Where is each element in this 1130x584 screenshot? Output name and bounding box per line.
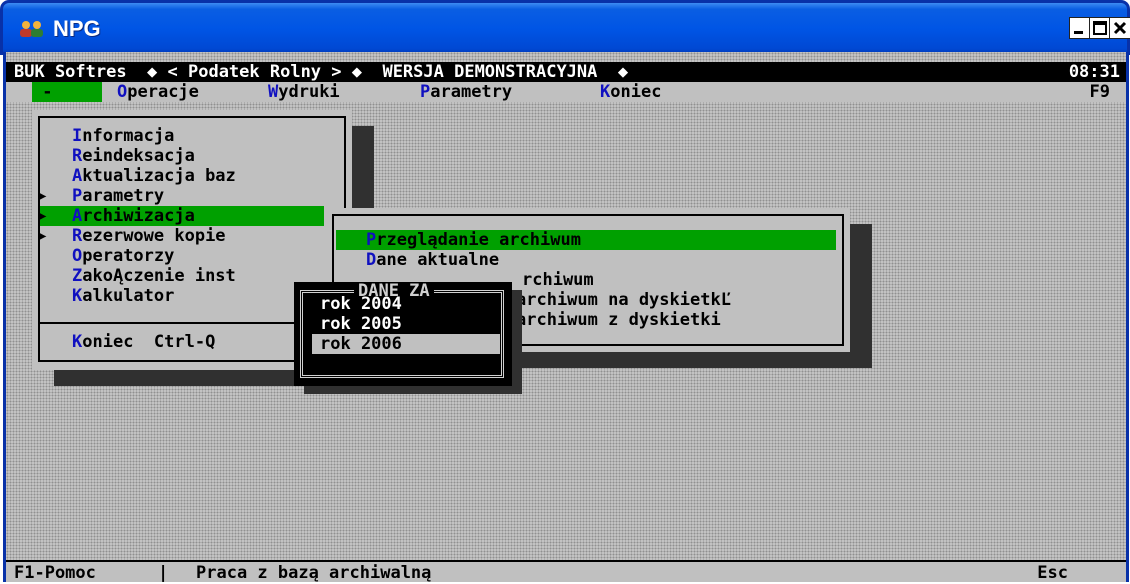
menu-operacje[interactable]: Operacje <box>117 82 199 102</box>
menu-item-koniec[interactable]: Koniec Ctrl-Q <box>72 332 215 352</box>
menu-bar: - Operacje Wydruki Parametry Koniec F9 <box>6 82 1126 102</box>
window-titlebar: NPG <box>0 0 1130 55</box>
menu-item-parametry[interactable]: Parametry <box>72 186 164 206</box>
archive-item-dane-aktualne[interactable]: Dane aktualne <box>366 250 499 270</box>
f9-key: F9 <box>1089 82 1110 102</box>
archive-item-z-dyskietki[interactable]: archiwum z dyskietki <box>516 310 721 330</box>
submenu-arrow-icon: ▶ <box>38 208 47 224</box>
program-banner: BUK Softres ◆ < Podatek Rolny > ◆ WERSJA… <box>14 62 629 82</box>
close-button[interactable] <box>1109 17 1130 39</box>
year-2004[interactable]: rok 2004 <box>312 294 500 314</box>
maximize-button[interactable] <box>1089 17 1111 39</box>
minimize-icon <box>1074 31 1083 34</box>
menu-dash[interactable]: - <box>32 82 102 102</box>
year-2006[interactable]: rok 2006 <box>312 334 500 354</box>
status-message: Praca z bazą archiwalną <box>196 563 432 582</box>
minimize-button[interactable] <box>1069 17 1091 39</box>
close-icon <box>1113 21 1127 35</box>
dane-za-popup: DANE ZA rok 2004 rok 2005 rok 2006 <box>294 282 512 386</box>
menu-item-zakonczenie[interactable]: ZakoĄczenie inst <box>72 266 236 286</box>
top-status-bar: BUK Softres ◆ < Podatek Rolny > ◆ WERSJA… <box>6 62 1126 82</box>
dos-screen: BUK Softres ◆ < Podatek Rolny > ◆ WERSJA… <box>3 52 1129 582</box>
menu-item-kalkulator[interactable]: Kalkulator <box>72 286 174 306</box>
menu-koniec[interactable]: Koniec <box>600 82 661 102</box>
menu-item-operatorzy[interactable]: Operatorzy <box>72 246 174 266</box>
archive-item-na-dyskietke[interactable]: archiwum na dyskietkĽ <box>516 290 731 310</box>
archive-item-archiwum[interactable]: rchiwum <box>522 270 594 290</box>
submenu-arrow-icon: ▶ <box>38 228 47 244</box>
menu-item-archiwizacja[interactable]: Archiwizacja <box>40 206 324 226</box>
year-2005[interactable]: rok 2005 <box>312 314 500 334</box>
menu-wydruki[interactable]: Wydruki <box>268 82 340 102</box>
submenu-arrow-icon: ▶ <box>38 188 47 204</box>
menu-item-aktualizacja[interactable]: Aktualizacja baz <box>72 166 236 186</box>
maximize-icon <box>1093 21 1107 35</box>
archive-item-przegladanie[interactable]: Przeglądanie archiwum <box>336 230 836 250</box>
menu-item-informacja[interactable]: Informacja <box>72 126 174 146</box>
menu-item-rezerwowe-kopie[interactable]: Rezerwowe kopie <box>72 226 226 246</box>
clock: 08:31 <box>1068 62 1120 82</box>
status-separator: | <box>158 563 169 582</box>
users-icon <box>19 20 45 38</box>
window-title: NPG <box>53 16 101 41</box>
help-key[interactable]: F1-Pomoc <box>14 562 96 582</box>
menu-item-reindeksacja[interactable]: Reindeksacja <box>72 146 195 166</box>
bottom-status-bar: F1-Pomoc | Praca z bazą archiwalną Esc <box>6 560 1126 582</box>
menu-parametry[interactable]: Parametry <box>420 82 512 102</box>
esc-key[interactable]: Esc <box>1037 562 1068 582</box>
